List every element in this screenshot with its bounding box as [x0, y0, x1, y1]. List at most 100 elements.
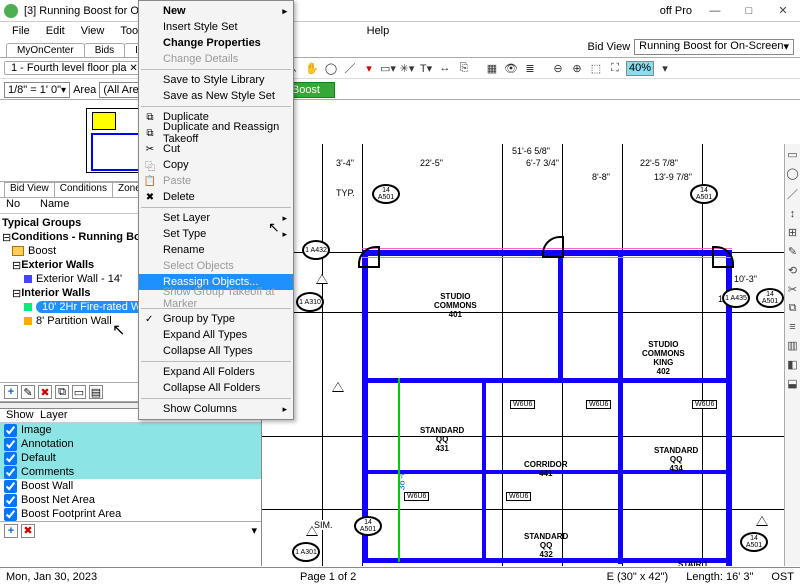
rtool-12[interactable]: ◧ [787, 358, 797, 371]
menu-item-new[interactable]: New [139, 3, 293, 19]
rtool-13[interactable]: ⬓ [787, 377, 797, 390]
tool-count-icon[interactable]: ✳▾ [399, 60, 415, 76]
tool-visibility-icon[interactable]: 👁 [503, 60, 519, 76]
layer-row-boost-net-area[interactable]: Boost Net Area [0, 493, 261, 507]
tree-partition[interactable]: 8' Partition Wall [36, 315, 112, 327]
rtool-3[interactable]: ／ [787, 186, 798, 202]
menu-help[interactable]: Help [361, 24, 396, 38]
folder-button[interactable]: ▭ [72, 385, 86, 399]
context-menu[interactable]: NewInsert Style SetChange PropertiesChan… [138, 0, 294, 420]
tool-dim-icon[interactable]: ↔ [437, 60, 453, 76]
menu-item-cut[interactable]: ✂Cut [139, 141, 293, 157]
layer-add[interactable]: + [4, 524, 18, 538]
layer-checkbox[interactable] [4, 494, 17, 507]
zoom-window-icon[interactable]: ⬚ [588, 60, 604, 76]
dup-button[interactable]: ⧉ [55, 385, 69, 399]
tool-marker-icon[interactable]: ▾ [361, 60, 377, 76]
close-button[interactable]: ✕ [766, 0, 800, 22]
minimize-button[interactable]: — [698, 0, 732, 22]
dim-51-6: 51'-6 5/8" [512, 146, 550, 156]
delete-button[interactable]: ✖ [38, 385, 52, 399]
tree-boost[interactable]: Boost [28, 245, 56, 257]
menu-item-save-to-style-library[interactable]: Save to Style Library [139, 72, 293, 88]
rtool-10[interactable]: ≡ [789, 321, 795, 333]
rtool-1[interactable]: ▭ [787, 148, 797, 161]
layer-name: Default [21, 452, 56, 464]
maximize-button[interactable]: □ [732, 0, 766, 22]
rtool-6[interactable]: ✎ [788, 245, 797, 258]
layer-checkbox[interactable] [4, 508, 17, 521]
scale-dropdown[interactable]: 1/8" = 1' 0" ▾ [4, 82, 70, 98]
tool-layers-icon[interactable]: ≣ [522, 60, 538, 76]
layer-del[interactable]: ✖ [21, 524, 35, 538]
menu-edit[interactable]: Edit [40, 24, 71, 38]
rtool-4[interactable]: ↕ [790, 208, 796, 220]
menu-item-insert-style-set[interactable]: Insert Style Set [139, 19, 293, 35]
layer-checkbox[interactable] [4, 424, 17, 437]
dim-13-9: 13'-9 7/8" [654, 172, 692, 182]
menu-item-delete[interactable]: ✖Delete [139, 189, 293, 205]
rtool-2[interactable]: ◯ [786, 167, 798, 180]
edit-button[interactable]: ✎ [21, 385, 35, 399]
folder-icon [12, 246, 24, 256]
tool-grid-icon[interactable]: ▦ [484, 60, 500, 76]
zoom-dropdown-icon[interactable]: ▾ [657, 60, 673, 76]
menu-file[interactable]: File [6, 24, 36, 38]
tab-myoncenter[interactable]: MyOnCenter [6, 43, 85, 57]
layer-row-boost-footprint-area[interactable]: Boost Footprint Area [0, 507, 261, 521]
bid-view-dropdown[interactable]: Running Boost for On-Screen ▾ [634, 39, 794, 55]
menu-item-group-by-type[interactable]: Group by Type [139, 311, 293, 327]
layer-checkbox[interactable] [4, 438, 17, 451]
layer-checkbox[interactable] [4, 466, 17, 479]
plan-tab[interactable]: 1 - Fourth level floor pla ✕ [4, 61, 145, 75]
rtool-9[interactable]: ⧉ [789, 302, 797, 315]
menu-item-expand-all-types[interactable]: Expand All Types [139, 327, 293, 343]
statusbar: Mon, Jan 30, 2023 Page 1 of 2 E (30" x 4… [0, 567, 800, 585]
menu-item-duplicate-and-reassign-takeoff[interactable]: ⧉Duplicate and Reassign Takeoff [139, 125, 293, 141]
rtool-5[interactable]: ⊞ [788, 226, 797, 239]
menu-item-copy[interactable]: ⿻Copy [139, 157, 293, 173]
tab-bid-view[interactable]: Bid View [4, 182, 55, 197]
tree-firewall-selected[interactable]: 10' 2Hr Fire-rated W [36, 301, 147, 313]
layer-checkbox[interactable] [4, 452, 17, 465]
tool-lasso-icon[interactable]: ◯ [323, 60, 339, 76]
tab-conditions[interactable]: Conditions [54, 182, 113, 197]
menu-item-collapse-all-folders[interactable]: Collapse All Folders [139, 380, 293, 396]
add-button[interactable]: + [4, 385, 18, 399]
props-button[interactable]: ▤ [89, 385, 103, 399]
layer-row-annotation[interactable]: Annotation [0, 437, 261, 451]
zoom-fit-icon[interactable]: ⛶ [607, 60, 623, 76]
menu-item-change-properties[interactable]: Change Properties [139, 35, 293, 51]
menu-item-collapse-all-types[interactable]: Collapse All Types [139, 343, 293, 359]
rtool-8[interactable]: ✂ [788, 283, 797, 296]
tool-clip-icon[interactable]: ⎘ [456, 60, 472, 76]
layer-row-comments[interactable]: Comments [0, 465, 261, 479]
menu-view[interactable]: View [75, 24, 111, 38]
menu-item-rename[interactable]: Rename [139, 242, 293, 258]
menu-item-show-columns[interactable]: Show Columns [139, 401, 293, 417]
zoom-out-icon[interactable]: ⊖ [550, 60, 566, 76]
tree-int-walls[interactable]: Interior Walls [21, 287, 90, 299]
tool-area-icon[interactable]: ▭▾ [380, 60, 396, 76]
menu-item-expand-all-folders[interactable]: Expand All Folders [139, 364, 293, 380]
floor-plan-canvas[interactable]: 3'-4" 22'-5" 51'-6 5/8" 8'-8" 6'-7 3/4" … [262, 144, 784, 566]
tree-ext-walls[interactable]: Exterior Walls [21, 259, 94, 271]
drawing-area[interactable]: 3'-4" 22'-5" 51'-6 5/8" 8'-8" 6'-7 3/4" … [262, 100, 800, 566]
tree-ext-wall-14[interactable]: Exterior Wall - 14' [36, 273, 122, 285]
layer-checkbox[interactable] [4, 480, 17, 493]
tree-root[interactable]: Typical Groups [2, 217, 81, 229]
layer-row-boost-wall[interactable]: Boost Wall [0, 479, 261, 493]
layer-collapse-icon[interactable]: ▾ [251, 524, 257, 537]
layer-row-image[interactable]: Image [0, 423, 261, 437]
rtool-7[interactable]: ⟲ [788, 264, 797, 277]
menu-item-save-as-new-style-set[interactable]: Save as New Style Set [139, 88, 293, 104]
rtool-11[interactable]: ▥ [787, 339, 797, 352]
zoom-input[interactable]: 40% [626, 61, 654, 76]
layer-name: Annotation [21, 438, 74, 450]
tab-bids[interactable]: Bids [84, 43, 125, 57]
tool-text-icon[interactable]: T▾ [418, 60, 434, 76]
layer-row-default[interactable]: Default [0, 451, 261, 465]
tool-pan-icon[interactable]: ✋ [304, 60, 320, 76]
tool-line-icon[interactable]: ／ [342, 60, 358, 76]
zoom-in-icon[interactable]: ⊕ [569, 60, 585, 76]
